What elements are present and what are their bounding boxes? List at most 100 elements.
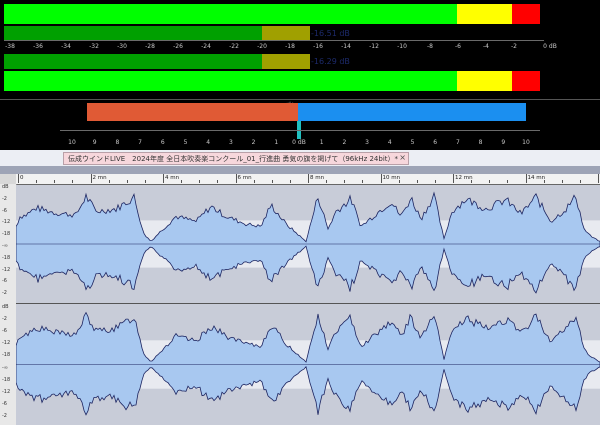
- timeline-minor-tick: [253, 180, 255, 183]
- pan-scale-label: 8: [478, 139, 483, 146]
- meter-scale-label: -24: [201, 43, 211, 50]
- timeline-minor-tick: [217, 180, 219, 183]
- timeline-label: 0: [20, 175, 24, 181]
- pan-scale-label: 3: [228, 139, 233, 146]
- db-axis-label: -18: [2, 376, 11, 383]
- timeline-tick: [525, 174, 527, 183]
- timeline-minor-tick: [416, 180, 418, 183]
- db-axis-label: -18: [2, 231, 11, 238]
- meter-scale-label: -22: [229, 43, 239, 50]
- timeline-tick: [235, 174, 237, 183]
- timeline-tick: [380, 174, 382, 183]
- db-axis-label: -6: [2, 400, 7, 407]
- pan-scale-line: [60, 130, 540, 131]
- db-axis-label: -6: [2, 278, 7, 285]
- pan-scale-label: 4: [206, 139, 211, 146]
- meter-ch1-rms-peak: [262, 26, 310, 41]
- timeline-minor-tick: [543, 180, 545, 183]
- pan-scale-label: 6: [433, 139, 438, 146]
- meter-scale-label: -2: [511, 43, 517, 50]
- waveform-channel-left[interactable]: [16, 185, 600, 303]
- timeline-label: 14 mn: [527, 175, 546, 181]
- db-axis-label: -2: [2, 316, 7, 323]
- meter-scale-label: -32: [89, 43, 99, 50]
- db-axis-label: -6: [2, 328, 7, 335]
- timeline-tick: [308, 174, 309, 183]
- db-axis-label: -6: [2, 207, 7, 214]
- db-axis-label: -18: [2, 254, 11, 261]
- meter-scale-label: -12: [369, 43, 379, 50]
- meter-ch1-yellow: [457, 4, 512, 24]
- timeline-ruler[interactable]: 02 mn4 mn6 mn8 mn10 mn12 mn14 mn16 mn: [16, 174, 600, 185]
- meter-scale-label: -38: [5, 43, 15, 50]
- pan-scale-label: 9: [92, 139, 97, 146]
- meter-scale-label: -26: [173, 43, 183, 50]
- timeline-minor-tick: [326, 180, 328, 183]
- document-tab-title: 伝成ウインドLIVE 2024年度 全日本吹奏楽コンクール_01_行進曲 勇気の…: [68, 155, 399, 163]
- document-tab[interactable]: 伝成ウインドLIVE 2024年度 全日本吹奏楽コンクール_01_行進曲 勇気の…: [63, 152, 409, 165]
- timeline-label: 2 mn: [92, 175, 107, 181]
- pan-scale-label: 7: [138, 139, 143, 146]
- db-axis-label: dB: [2, 304, 9, 310]
- waveform-channel-right[interactable]: [16, 304, 600, 425]
- pan-scale-label: 10: [68, 139, 76, 146]
- meter-scale-label: -34: [61, 43, 71, 50]
- meter-scale: -38 -36 -34 -32 -30 -28 -26 -24 -22 -20 -18 -16 -14 -…: [0, 40, 600, 54]
- pan-right-bar: [298, 103, 526, 121]
- pan-meter: パン 109876543210 dB12345678910: [0, 100, 600, 150]
- pan-scale-label: 5: [183, 139, 188, 146]
- db-axis-label: -12: [2, 219, 11, 226]
- meter-ch2-rms: [4, 54, 262, 69]
- meter-scale-line: [4, 40, 544, 41]
- meter-ch2-rms-peak: [262, 54, 310, 69]
- db-axis: dB -2 -6 -12 -18 -∞ -18 -12 -6 -2 dB -2 -6 -12 -18 -∞ -1…: [0, 184, 17, 425]
- pan-scale-label: 6: [160, 139, 165, 146]
- meter-scale-label: -36: [33, 43, 43, 50]
- meter-ch1-peak-label: -16.51 dB: [311, 29, 350, 38]
- timeline-minor-tick: [362, 180, 364, 183]
- db-axis-label: -∞: [2, 364, 8, 371]
- pan-scale-label: 1: [274, 139, 279, 146]
- timeline-tick: [18, 174, 19, 183]
- pan-left-bar: [87, 103, 298, 121]
- meter-scale-label: -30: [117, 43, 127, 50]
- timeline-label: 10 mn: [382, 175, 401, 181]
- timeline-minor-tick: [36, 180, 38, 183]
- pan-scale-label: 2: [342, 139, 347, 146]
- db-axis-label: -2: [2, 195, 7, 202]
- meter-scale-label: -16: [313, 43, 323, 50]
- meter-scale-label: -28: [145, 43, 155, 50]
- timeline-tick: [453, 174, 454, 183]
- timeline-minor-tick: [144, 180, 146, 183]
- db-axis-label: -12: [2, 340, 11, 347]
- pan-scale-label: 3: [365, 139, 370, 146]
- timeline-label: 12 mn: [455, 175, 473, 181]
- meter-ch1-red: [512, 4, 540, 24]
- timeline-tick: [598, 174, 599, 183]
- meter-scale-label: 0 dB: [543, 43, 557, 50]
- meter-scale-label: -14: [341, 43, 351, 50]
- db-axis-label: dB: [2, 184, 9, 190]
- timeline-minor-tick: [108, 180, 110, 183]
- pan-scale-label: 9: [501, 139, 506, 146]
- meter-ch2-peak-label: -16.29 dB: [311, 57, 350, 66]
- meter-scale-label: -4: [483, 43, 489, 50]
- pan-scale-label: 10: [522, 139, 530, 146]
- close-icon[interactable]: ×: [399, 153, 406, 162]
- pan-scale-label: 8: [115, 139, 120, 146]
- pan-scale-label: 5: [410, 139, 415, 146]
- timeline-minor-tick: [199, 180, 201, 183]
- timeline-minor-tick: [434, 180, 436, 183]
- pan-scale-label: 7: [455, 139, 460, 146]
- db-axis-label: -∞: [2, 243, 8, 249]
- timeline-minor-tick: [344, 180, 346, 183]
- pan-scale-label: 2: [251, 139, 256, 146]
- pan-scale: 10 9 8 7 6 5 4 3 2 1 0 dB 1 2 3 4 5 6 7 8 9 10: [0, 122, 600, 150]
- timeline-minor-tick: [72, 180, 74, 183]
- timeline-minor-tick: [579, 180, 581, 183]
- db-axis-label: -2: [2, 412, 7, 419]
- meter-scale-label: -18: [285, 43, 295, 50]
- timeline-label: 6 mn: [237, 175, 252, 181]
- db-axis-label: -12: [2, 266, 11, 273]
- timeline-label: 8 mn: [310, 175, 325, 181]
